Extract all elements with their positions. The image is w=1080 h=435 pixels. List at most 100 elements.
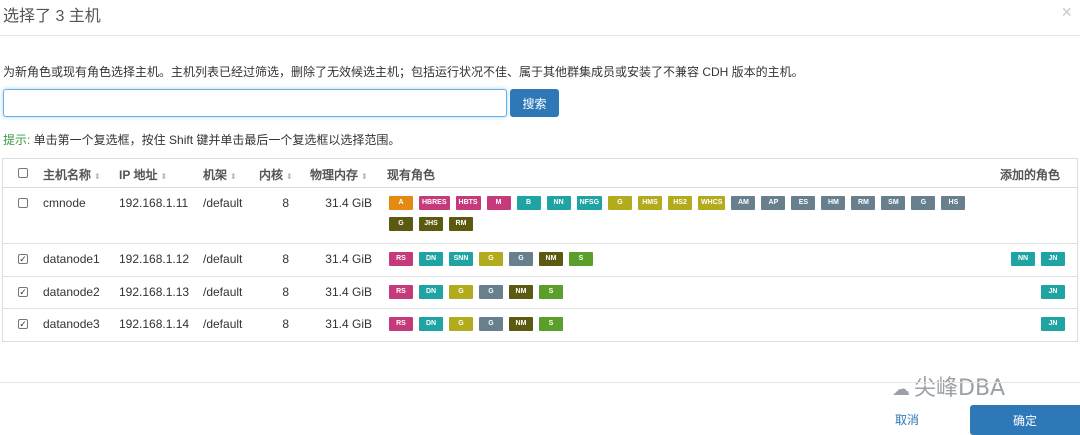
added-roles: JN	[1035, 285, 1065, 299]
existing-roles: RS DN G G NM S	[389, 285, 979, 306]
sort-icon: ⬍	[286, 172, 293, 181]
role-badge: G	[389, 217, 413, 231]
role-badge: HM	[821, 196, 846, 210]
hint-text: 提示: 单击第一个复选框，按住 Shift 键并单击最后一个复选框以选择范围。	[3, 131, 400, 148]
cell-memory: 31.4 GiB	[325, 252, 372, 266]
role-badge: NFSG	[576, 196, 603, 210]
role-badge: B	[516, 196, 541, 210]
role-badge: NN	[546, 196, 571, 210]
role-badge: ES	[791, 196, 816, 210]
table-row[interactable]: ✓ datanode1 192.168.1.12/default 8 31.4 GiB R…	[3, 244, 1077, 277]
role-badge: RM	[449, 217, 473, 231]
close-icon[interactable]: ×	[1061, 2, 1072, 22]
cell-memory: 31.4 GiB	[325, 285, 372, 299]
table-row[interactable]: ✓ datanode2 192.168.1.13/default 8 31.4 GiB R…	[3, 277, 1077, 309]
role-badge: G	[449, 285, 473, 299]
added-role-badge[interactable]: JN	[1041, 285, 1065, 299]
header-hostname[interactable]: 主机名称 ⬍	[43, 166, 101, 183]
header-added-roles: 添加的角色	[1000, 168, 1061, 182]
host-checkbox[interactable]: ✓	[18, 319, 28, 329]
sort-icon: ⬍	[94, 172, 101, 181]
table-row[interactable]: ✓ datanode3 192.168.1.14/default 8 31.4 GiB R…	[3, 309, 1077, 341]
existing-roles: RS DN G G NM S	[389, 317, 979, 338]
cancel-button[interactable]: 取消	[895, 411, 919, 428]
header-rack[interactable]: 机架 ⬍	[203, 166, 237, 183]
cell-hostname: datanode2	[43, 285, 100, 299]
cell-cores: 8	[282, 252, 289, 266]
role-badge: DN	[419, 252, 443, 266]
existing-roles: RS DN SNN G G NM S	[389, 252, 979, 273]
role-badge: HS2	[668, 196, 693, 210]
role-badge: HBTS	[455, 196, 481, 210]
role-badge: G	[911, 196, 936, 210]
hint-label: 提示:	[3, 133, 31, 147]
role-badge: G	[479, 285, 503, 299]
role-badge: JHS	[419, 217, 443, 231]
role-badge: RS	[389, 317, 413, 331]
role-badge: G	[479, 252, 503, 266]
header-roles: 现有角色	[387, 168, 436, 182]
added-roles: NN JN	[1005, 252, 1065, 266]
sort-icon: ⬍	[361, 172, 368, 181]
role-badge: NM	[539, 252, 563, 266]
header-cores[interactable]: 内核 ⬍	[259, 166, 293, 183]
search-input[interactable]	[3, 89, 507, 117]
role-badge: M	[486, 196, 511, 210]
dialog-description: 为新角色或现有角色选择主机。主机列表已经过筛选，删除了无效候选主机；包括运行状况…	[3, 65, 804, 79]
cell-ip: 192.168.1.13	[119, 285, 190, 299]
confirm-button[interactable]: 确定	[970, 405, 1080, 435]
role-badge: G	[608, 196, 633, 210]
hint-body: 单击第一个复选框，按住 Shift 键并单击最后一个复选框以选择范围。	[30, 133, 401, 147]
host-checkbox[interactable]: ✓	[18, 254, 28, 264]
cell-cores: 8	[282, 317, 289, 331]
role-badge: S	[569, 252, 593, 266]
cell-cores: 8	[282, 285, 289, 299]
role-badge: HS	[941, 196, 966, 210]
host-checkbox[interactable]	[18, 198, 28, 208]
role-badge: AM	[731, 196, 756, 210]
cell-memory: 31.4 GiB	[325, 196, 372, 210]
host-table: 主机名称 ⬍ IP 地址 ⬍ 机架 ⬍ 内核 ⬍ 物理内存 ⬍ 现有角色 添加的角色 cm…	[2, 158, 1078, 342]
role-badge: G	[449, 317, 473, 331]
cell-hostname: cmnode	[43, 196, 86, 210]
role-badge: S	[539, 317, 563, 331]
select-all-checkbox[interactable]	[18, 168, 28, 178]
role-badge: SNN	[449, 252, 473, 266]
cell-ip: 192.168.1.12	[119, 252, 190, 266]
cell-hostname: datanode3	[43, 317, 100, 331]
cell-hostname: datanode1	[43, 252, 100, 266]
dialog-title: 选择了 3 主机	[3, 8, 101, 25]
role-badge: RM	[851, 196, 876, 210]
role-badge: HBRES	[419, 196, 450, 210]
table-row[interactable]: cmnode 192.168.1.11/default 8 31.4 GiB A HBRE…	[3, 188, 1077, 244]
role-badge: RS	[389, 285, 413, 299]
role-badge: AP	[761, 196, 786, 210]
role-badge: HMS	[638, 196, 663, 210]
search-button[interactable]: 搜索	[510, 89, 559, 117]
role-badge: DN	[419, 317, 443, 331]
added-role-badge[interactable]: JN	[1041, 252, 1065, 266]
sort-icon: ⬍	[160, 172, 168, 181]
role-badge: G	[479, 317, 503, 331]
cell-cores: 8	[282, 196, 289, 210]
role-badge: RS	[389, 252, 413, 266]
existing-roles: A HBRES HBTS M B NN NFSG G HMS HS2 WHCS AM AP ES HM RM S…	[389, 196, 979, 238]
role-badge: SM	[881, 196, 906, 210]
role-badge: A	[389, 196, 413, 210]
role-badge: NM	[509, 317, 533, 331]
role-badge: G	[509, 252, 533, 266]
dialog-header: 选择了 3 主机 ×	[0, 0, 1080, 36]
header-ip[interactable]: IP 地址 ⬍	[119, 166, 167, 183]
header-memory[interactable]: 物理内存 ⬍	[310, 166, 368, 183]
sort-icon: ⬍	[230, 172, 237, 181]
role-badge: S	[539, 285, 563, 299]
host-checkbox[interactable]: ✓	[18, 287, 28, 297]
table-header: 主机名称 ⬍ IP 地址 ⬍ 机架 ⬍ 内核 ⬍ 物理内存 ⬍ 现有角色 添加的角色	[3, 159, 1077, 188]
cell-ip: 192.168.1.14	[119, 317, 190, 331]
role-badge: WHCS	[698, 196, 726, 210]
role-badge: DN	[419, 285, 443, 299]
cell-ip: 192.168.1.11	[119, 196, 189, 210]
added-role-badge[interactable]: JN	[1041, 317, 1065, 331]
added-role-badge[interactable]: NN	[1011, 252, 1035, 266]
added-roles: JN	[1035, 317, 1065, 331]
